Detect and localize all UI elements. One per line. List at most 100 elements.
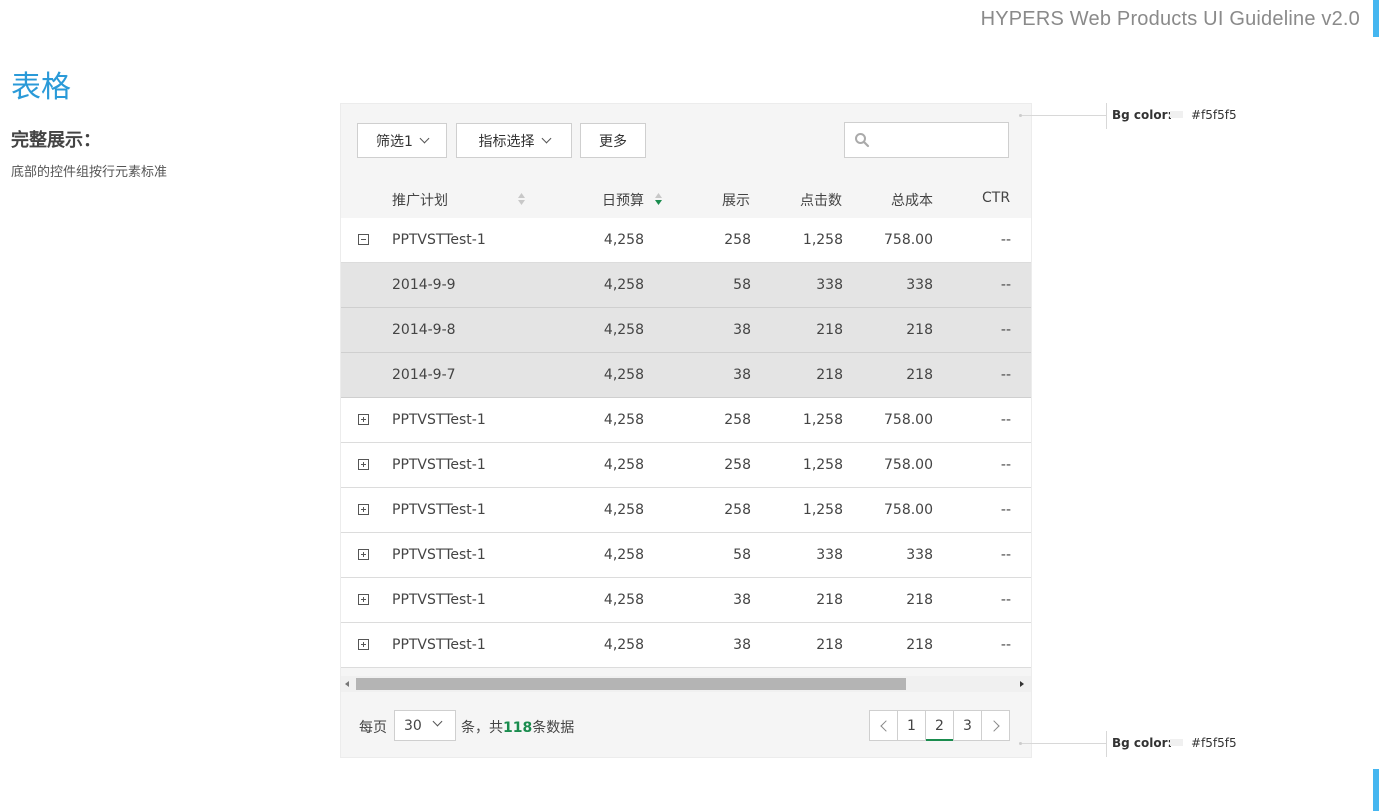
- cell-clicks: 338: [816, 547, 843, 563]
- table-row[interactable]: PPTVSTTest-1 4,258 258 1,258 758.00 --: [341, 443, 1031, 488]
- table-row-child[interactable]: 2014-9-9 4,258 58 338 338 --: [341, 263, 1031, 308]
- cell-budget: 4,258: [603, 322, 644, 338]
- page-size-select[interactable]: 30: [394, 710, 456, 741]
- page-button-3[interactable]: 3: [953, 710, 982, 741]
- expand-icon[interactable]: [358, 594, 369, 605]
- table-row[interactable]: PPTVSTTest-1 4,258 38 218 218 --: [341, 578, 1031, 623]
- prev-page-button[interactable]: [869, 710, 898, 741]
- cell-budget: 4,258: [603, 547, 644, 563]
- section-description: 底部的控件组按行元素标准: [11, 165, 168, 180]
- filter1-dropdown[interactable]: 筛选1: [357, 123, 447, 158]
- next-page-button[interactable]: [981, 710, 1010, 741]
- cell-clicks: 1,258: [802, 502, 843, 518]
- col-header-impressions[interactable]: 展示: [722, 190, 750, 210]
- cell-ctr: --: [1000, 592, 1011, 608]
- expand-icon[interactable]: [358, 504, 369, 515]
- col-header-clicks[interactable]: 点击数: [800, 190, 842, 210]
- cell-plan: 2014-9-9: [392, 277, 456, 293]
- annotation-bracket: [1106, 103, 1107, 129]
- expand-icon[interactable]: [358, 639, 369, 650]
- more-button[interactable]: 更多: [580, 123, 646, 158]
- chevron-down-icon: [432, 716, 443, 727]
- cell-plan: PPTVSTTest-1: [392, 232, 486, 248]
- color-swatch: [1170, 111, 1183, 118]
- cell-ctr: --: [1000, 322, 1011, 338]
- col-header-cost[interactable]: 总成本: [891, 190, 933, 210]
- cell-budget: 4,258: [603, 412, 644, 428]
- search-input[interactable]: [844, 122, 1009, 158]
- horizontal-scrollbar[interactable]: [341, 676, 1031, 692]
- cell-cost: 218: [906, 367, 933, 383]
- col-header-ctr[interactable]: CTR: [982, 190, 1010, 206]
- cell-budget: 4,258: [603, 232, 644, 248]
- metric-select-dropdown[interactable]: 指标选择: [456, 123, 572, 158]
- annotation-line: [1022, 115, 1106, 116]
- color-swatch: [1170, 739, 1183, 746]
- table-row-child[interactable]: 2014-9-7 4,258 38 218 218 --: [341, 353, 1031, 398]
- total-suffix: 条数据: [532, 720, 575, 736]
- annotation-label: Bg color:: [1112, 736, 1173, 750]
- sort-desc-icon[interactable]: [654, 191, 663, 207]
- cell-budget: 4,258: [603, 457, 644, 473]
- chevron-right-icon: [987, 719, 1000, 732]
- total-prefix: 条，共: [461, 720, 503, 736]
- cell-ctr: --: [1000, 232, 1011, 248]
- cell-impressions: 258: [724, 457, 751, 473]
- chevron-left-icon: [879, 719, 892, 732]
- cell-plan: 2014-9-8: [392, 322, 456, 338]
- page-button-2[interactable]: 2: [925, 710, 954, 741]
- guideline-title: HYPERS Web Products UI Guideline v2.0: [980, 8, 1360, 30]
- cell-plan: PPTVSTTest-1: [392, 502, 486, 518]
- col-header-plan[interactable]: 推广计划: [392, 190, 448, 210]
- metric-select-label: 指标选择: [478, 133, 535, 150]
- table-row[interactable]: PPTVSTTest-1 4,258 258 1,258 758.00 --: [341, 488, 1031, 533]
- expand-icon[interactable]: [358, 459, 369, 470]
- annotation-line: [1022, 743, 1106, 744]
- expand-icon[interactable]: [358, 414, 369, 425]
- scroll-right-icon[interactable]: [1020, 681, 1024, 687]
- table-header: 推广计划 日预算 展示 点击数 总成本 CTR: [341, 178, 1031, 218]
- cell-ctr: --: [1000, 547, 1011, 563]
- table-row[interactable]: PPTVSTTest-1 4,258 258 1,258 758.00 --: [341, 398, 1031, 443]
- accent-bar-bottom: [1373, 769, 1379, 811]
- table-row-child[interactable]: 2014-9-8 4,258 38 218 218 --: [341, 308, 1031, 353]
- collapse-icon[interactable]: [358, 234, 369, 245]
- cell-clicks: 218: [816, 367, 843, 383]
- page-button-1[interactable]: 1: [897, 710, 926, 741]
- cell-clicks: 1,258: [802, 232, 843, 248]
- cell-plan: 2014-9-7: [392, 367, 456, 383]
- section-title: 完整展示：: [11, 130, 101, 151]
- col-header-budget[interactable]: 日预算: [602, 190, 644, 210]
- filter1-label: 筛选1: [376, 133, 413, 150]
- page-number: 2: [935, 717, 944, 734]
- table-row[interactable]: PPTVSTTest-1 4,258 38 218 218 --: [341, 623, 1031, 668]
- scroll-left-icon[interactable]: [345, 681, 349, 687]
- cell-ctr: --: [1000, 637, 1011, 653]
- page-title: 表格: [11, 70, 71, 105]
- chevron-down-icon: [541, 133, 551, 144]
- scrollbar-thumb[interactable]: [356, 678, 906, 690]
- table-row[interactable]: PPTVSTTest-1 4,258 258 1,258 758.00 --: [341, 218, 1031, 263]
- cell-budget: 4,258: [603, 277, 644, 293]
- cell-plan: PPTVSTTest-1: [392, 457, 486, 473]
- cell-cost: 758.00: [884, 412, 933, 428]
- table-row[interactable]: PPTVSTTest-1 4,258 58 338 338 --: [341, 533, 1031, 578]
- more-label: 更多: [599, 133, 627, 150]
- table-panel: 筛选1 指标选择 更多 推广计划 日预算 展示 点击数 总成本 CTR PPTV…: [340, 103, 1032, 758]
- cell-ctr: --: [1000, 277, 1011, 293]
- cell-impressions: 258: [724, 232, 751, 248]
- pagination: 1 2 3: [869, 710, 1010, 741]
- cell-plan: PPTVSTTest-1: [392, 547, 486, 563]
- table-footer: 每页 30 条，共118条数据 1 2 3: [341, 710, 1031, 741]
- cell-clicks: 218: [816, 592, 843, 608]
- expand-icon[interactable]: [358, 549, 369, 560]
- cell-budget: 4,258: [603, 592, 644, 608]
- accent-bar-top: [1373, 0, 1379, 37]
- sort-icon[interactable]: [517, 191, 526, 207]
- table-body: PPTVSTTest-1 4,258 258 1,258 758.00 -- 2…: [341, 218, 1031, 668]
- cell-plan: PPTVSTTest-1: [392, 412, 486, 428]
- total-count: 118: [503, 720, 533, 736]
- cell-ctr: --: [1000, 412, 1011, 428]
- cell-ctr: --: [1000, 367, 1011, 383]
- cell-cost: 218: [906, 637, 933, 653]
